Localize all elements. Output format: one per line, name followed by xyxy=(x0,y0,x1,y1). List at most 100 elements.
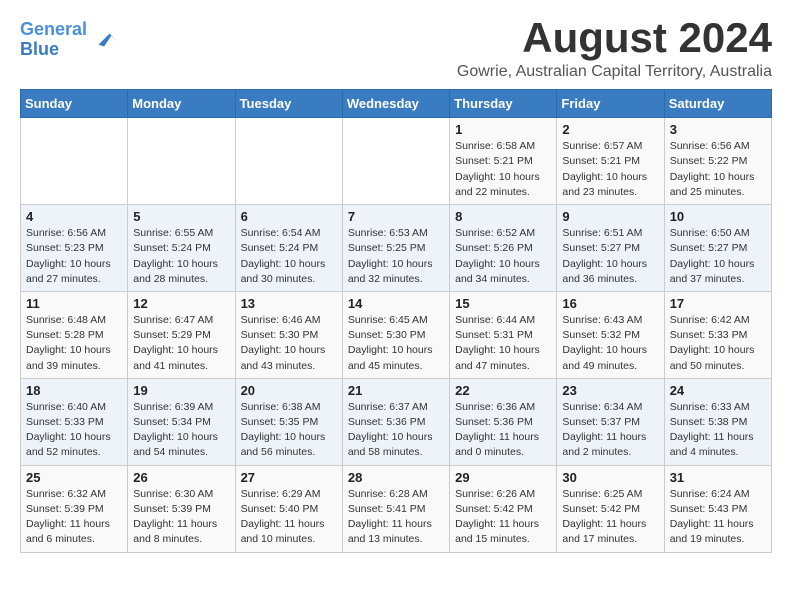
day-info: Sunrise: 6:25 AM Sunset: 5:42 PM Dayligh… xyxy=(562,487,658,548)
weekday-header-sunday: Sunday xyxy=(21,90,128,118)
calendar-cell: 19 Sunrise: 6:39 AM Sunset: 5:34 PM Dayli… xyxy=(128,378,235,465)
calendar-cell: 21 Sunrise: 6:37 AM Sunset: 5:36 PM Dayli… xyxy=(342,378,449,465)
calendar-header: SundayMondayTuesdayWednesdayThursdayFrid… xyxy=(21,90,772,118)
day-number: 30 xyxy=(562,470,658,485)
day-number: 23 xyxy=(562,383,658,398)
day-number: 9 xyxy=(562,209,658,224)
calendar-cell: 14 Sunrise: 6:45 AM Sunset: 5:30 PM Dayli… xyxy=(342,291,449,378)
day-info: Sunrise: 6:51 AM Sunset: 5:27 PM Dayligh… xyxy=(562,226,658,287)
calendar-cell xyxy=(21,118,128,205)
weekday-header-friday: Friday xyxy=(557,90,664,118)
calendar-cell xyxy=(235,118,342,205)
day-number: 16 xyxy=(562,296,658,311)
day-info: Sunrise: 6:37 AM Sunset: 5:36 PM Dayligh… xyxy=(348,400,444,461)
logo-blue: Blue xyxy=(20,39,59,59)
day-number: 14 xyxy=(348,296,444,311)
logo-general: General xyxy=(20,19,87,39)
calendar-cell: 1 Sunrise: 6:58 AM Sunset: 5:21 PM Daylig… xyxy=(450,118,557,205)
calendar-cell: 3 Sunrise: 6:56 AM Sunset: 5:22 PM Daylig… xyxy=(664,118,771,205)
day-number: 26 xyxy=(133,470,229,485)
day-number: 4 xyxy=(26,209,122,224)
day-info: Sunrise: 6:28 AM Sunset: 5:41 PM Dayligh… xyxy=(348,487,444,548)
calendar-cell: 16 Sunrise: 6:43 AM Sunset: 5:32 PM Dayli… xyxy=(557,291,664,378)
day-number: 13 xyxy=(241,296,337,311)
calendar-table: SundayMondayTuesdayWednesdayThursdayFrid… xyxy=(20,89,772,552)
day-info: Sunrise: 6:56 AM Sunset: 5:22 PM Dayligh… xyxy=(670,139,766,200)
calendar-cell: 29 Sunrise: 6:26 AM Sunset: 5:42 PM Dayli… xyxy=(450,465,557,552)
day-info: Sunrise: 6:47 AM Sunset: 5:29 PM Dayligh… xyxy=(133,313,229,374)
calendar-cell: 18 Sunrise: 6:40 AM Sunset: 5:33 PM Dayli… xyxy=(21,378,128,465)
week-row-1: 1 Sunrise: 6:58 AM Sunset: 5:21 PM Daylig… xyxy=(21,118,772,205)
week-row-3: 11 Sunrise: 6:48 AM Sunset: 5:28 PM Dayli… xyxy=(21,291,772,378)
weekday-header-monday: Monday xyxy=(128,90,235,118)
calendar-cell: 8 Sunrise: 6:52 AM Sunset: 5:26 PM Daylig… xyxy=(450,205,557,292)
day-number: 5 xyxy=(133,209,229,224)
calendar-cell: 2Sunrise: 6:57 AM Sunset: 5:21 PM Daylig… xyxy=(557,118,664,205)
day-info: Sunrise: 6:52 AM Sunset: 5:26 PM Dayligh… xyxy=(455,226,551,287)
day-number: 8 xyxy=(455,209,551,224)
day-number: 11 xyxy=(26,296,122,311)
logo: General Blue xyxy=(20,20,119,60)
title-block: August 2024 Gowrie, Australian Capital T… xyxy=(457,15,772,81)
day-info: Sunrise: 6:46 AM Sunset: 5:30 PM Dayligh… xyxy=(241,313,337,374)
day-info: Sunrise: 6:38 AM Sunset: 5:35 PM Dayligh… xyxy=(241,400,337,461)
calendar-cell: 25 Sunrise: 6:32 AM Sunset: 5:39 PM Dayli… xyxy=(21,465,128,552)
calendar-cell: 27Sunrise: 6:29 AM Sunset: 5:40 PM Dayli… xyxy=(235,465,342,552)
calendar-cell xyxy=(342,118,449,205)
day-info: Sunrise: 6:39 AM Sunset: 5:34 PM Dayligh… xyxy=(133,400,229,461)
location-subtitle: Gowrie, Australian Capital Territory, Au… xyxy=(457,63,772,81)
day-info: Sunrise: 6:56 AM Sunset: 5:23 PM Dayligh… xyxy=(26,226,122,287)
day-info: Sunrise: 6:48 AM Sunset: 5:28 PM Dayligh… xyxy=(26,313,122,374)
day-number: 25 xyxy=(26,470,122,485)
calendar-cell: 6Sunrise: 6:54 AM Sunset: 5:24 PM Daylig… xyxy=(235,205,342,292)
calendar-cell: 15Sunrise: 6:44 AM Sunset: 5:31 PM Dayli… xyxy=(450,291,557,378)
day-number: 10 xyxy=(670,209,766,224)
calendar-cell: 22Sunrise: 6:36 AM Sunset: 5:36 PM Dayli… xyxy=(450,378,557,465)
week-row-2: 4 Sunrise: 6:56 AM Sunset: 5:23 PM Daylig… xyxy=(21,205,772,292)
day-number: 31 xyxy=(670,470,766,485)
calendar-cell: 9 Sunrise: 6:51 AM Sunset: 5:27 PM Daylig… xyxy=(557,205,664,292)
calendar-cell: 24 Sunrise: 6:33 AM Sunset: 5:38 PM Dayli… xyxy=(664,378,771,465)
day-number: 1 xyxy=(455,122,551,137)
calendar-cell: 28Sunrise: 6:28 AM Sunset: 5:41 PM Dayli… xyxy=(342,465,449,552)
day-info: Sunrise: 6:29 AM Sunset: 5:40 PM Dayligh… xyxy=(241,487,337,548)
day-info: Sunrise: 6:57 AM Sunset: 5:21 PM Dayligh… xyxy=(562,139,658,200)
weekday-header-saturday: Saturday xyxy=(664,90,771,118)
day-number: 6 xyxy=(241,209,337,224)
day-info: Sunrise: 6:43 AM Sunset: 5:32 PM Dayligh… xyxy=(562,313,658,374)
day-info: Sunrise: 6:30 AM Sunset: 5:39 PM Dayligh… xyxy=(133,487,229,548)
week-row-4: 18 Sunrise: 6:40 AM Sunset: 5:33 PM Dayli… xyxy=(21,378,772,465)
day-info: Sunrise: 6:50 AM Sunset: 5:27 PM Dayligh… xyxy=(670,226,766,287)
day-number: 24 xyxy=(670,383,766,398)
day-number: 17 xyxy=(670,296,766,311)
calendar-cell: 13 Sunrise: 6:46 AM Sunset: 5:30 PM Dayli… xyxy=(235,291,342,378)
calendar-cell: 26 Sunrise: 6:30 AM Sunset: 5:39 PM Dayli… xyxy=(128,465,235,552)
day-number: 21 xyxy=(348,383,444,398)
day-number: 3 xyxy=(670,122,766,137)
day-info: Sunrise: 6:36 AM Sunset: 5:36 PM Dayligh… xyxy=(455,400,551,461)
header: General Blue August 2024 Gowrie, Austral… xyxy=(20,15,772,81)
day-number: 20 xyxy=(241,383,337,398)
calendar-cell: 12Sunrise: 6:47 AM Sunset: 5:29 PM Dayli… xyxy=(128,291,235,378)
day-info: Sunrise: 6:40 AM Sunset: 5:33 PM Dayligh… xyxy=(26,400,122,461)
weekday-header-wednesday: Wednesday xyxy=(342,90,449,118)
day-number: 29 xyxy=(455,470,551,485)
calendar-cell: 11 Sunrise: 6:48 AM Sunset: 5:28 PM Dayli… xyxy=(21,291,128,378)
calendar-body: 1 Sunrise: 6:58 AM Sunset: 5:21 PM Daylig… xyxy=(21,118,772,552)
day-number: 18 xyxy=(26,383,122,398)
day-info: Sunrise: 6:55 AM Sunset: 5:24 PM Dayligh… xyxy=(133,226,229,287)
weekday-header-row: SundayMondayTuesdayWednesdayThursdayFrid… xyxy=(21,90,772,118)
day-info: Sunrise: 6:45 AM Sunset: 5:30 PM Dayligh… xyxy=(348,313,444,374)
day-info: Sunrise: 6:26 AM Sunset: 5:42 PM Dayligh… xyxy=(455,487,551,548)
day-info: Sunrise: 6:58 AM Sunset: 5:21 PM Dayligh… xyxy=(455,139,551,200)
day-number: 19 xyxy=(133,383,229,398)
day-info: Sunrise: 6:24 AM Sunset: 5:43 PM Dayligh… xyxy=(670,487,766,548)
calendar-cell: 23Sunrise: 6:34 AM Sunset: 5:37 PM Dayli… xyxy=(557,378,664,465)
calendar-cell: 5 Sunrise: 6:55 AM Sunset: 5:24 PM Daylig… xyxy=(128,205,235,292)
calendar-cell: 10 Sunrise: 6:50 AM Sunset: 5:27 PM Dayli… xyxy=(664,205,771,292)
day-number: 7 xyxy=(348,209,444,224)
day-info: Sunrise: 6:33 AM Sunset: 5:38 PM Dayligh… xyxy=(670,400,766,461)
day-info: Sunrise: 6:32 AM Sunset: 5:39 PM Dayligh… xyxy=(26,487,122,548)
logo-text: General Blue xyxy=(20,20,87,60)
weekday-header-tuesday: Tuesday xyxy=(235,90,342,118)
